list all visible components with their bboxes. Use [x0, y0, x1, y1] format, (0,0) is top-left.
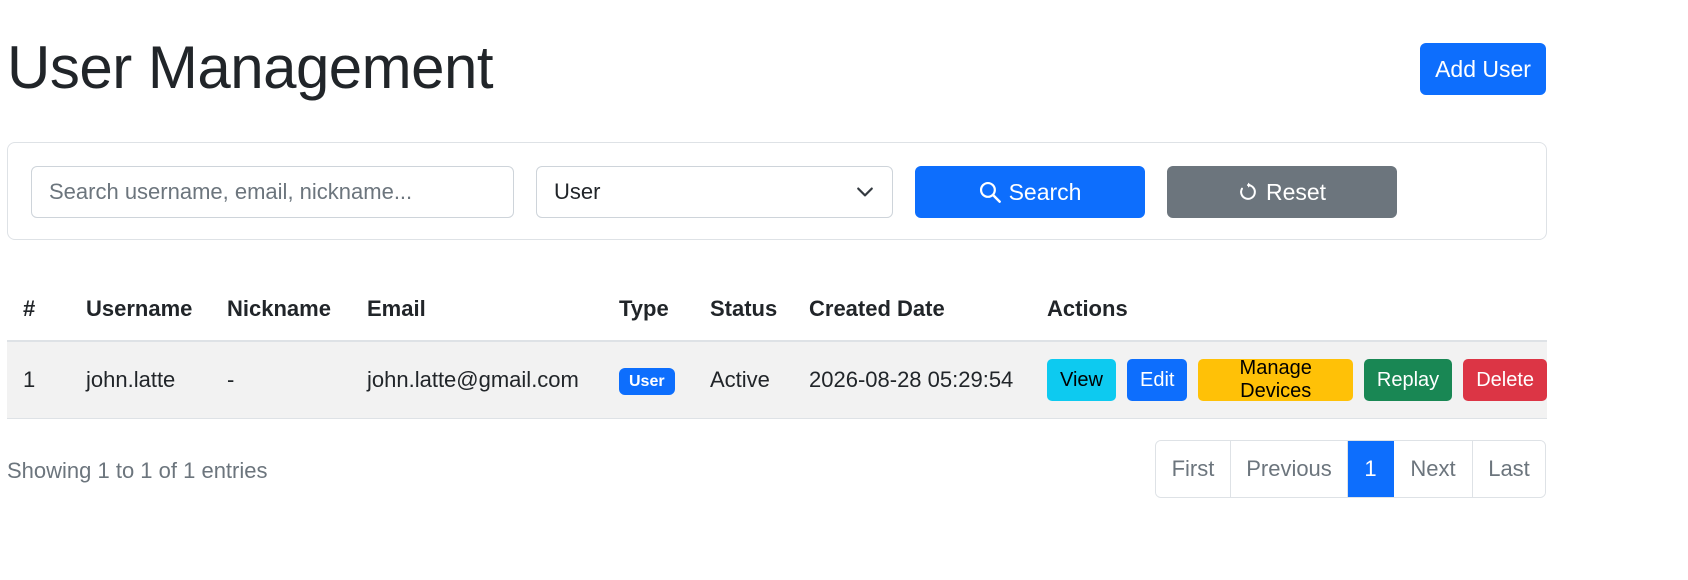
reset-button-label: Reset: [1265, 178, 1327, 205]
table-header-row: # Username Nickname Email Type Status Cr…: [7, 278, 1547, 342]
column-header-nickname: Nickname: [227, 278, 367, 342]
users-table: # Username Nickname Email Type Status Cr…: [7, 278, 1547, 419]
add-user-button[interactable]: Add User: [1420, 43, 1546, 95]
column-header-username: Username: [86, 278, 227, 342]
delete-button[interactable]: Delete: [1463, 359, 1547, 401]
search-icon: [979, 181, 1001, 203]
reset-icon: [1240, 182, 1256, 200]
filter-card: User Search Reset: [7, 142, 1547, 240]
edit-button[interactable]: Edit: [1127, 359, 1188, 401]
pagination-first[interactable]: First: [1156, 441, 1231, 497]
cell-nickname: -: [227, 341, 367, 419]
cell-type: User: [619, 341, 710, 419]
reset-button[interactable]: Reset: [1167, 166, 1397, 218]
replay-button[interactable]: Replay: [1363, 359, 1453, 401]
column-header-number: #: [7, 278, 86, 342]
user-management-page: User Management Add User User Search Res…: [0, 0, 1688, 580]
type-select-value: User: [554, 179, 601, 204]
chevron-down-icon: [857, 187, 873, 197]
column-header-status: Status: [710, 278, 809, 342]
pagination-next[interactable]: Next: [1394, 441, 1473, 497]
entries-info: Showing 1 to 1 of 1 entries: [7, 458, 268, 483]
search-button-label: Search: [1008, 178, 1082, 205]
page-title: User Management: [7, 34, 494, 101]
cell-status: Active: [710, 341, 809, 419]
pagination-previous[interactable]: Previous: [1231, 441, 1348, 497]
cell-created-date: 2026-08-28 05:29:54: [809, 341, 1047, 419]
cell-actions: View Edit Manage Devices Replay Delete: [1047, 341, 1547, 419]
cell-username: john.latte: [86, 341, 227, 419]
type-badge: User: [619, 367, 675, 395]
manage-devices-button[interactable]: Manage Devices: [1198, 357, 1353, 402]
cell-number: 1: [7, 341, 86, 419]
pagination: First Previous 1 Next Last: [1155, 440, 1546, 498]
column-header-type: Type: [619, 278, 710, 342]
view-button[interactable]: View: [1047, 359, 1116, 401]
search-button[interactable]: Search: [915, 166, 1145, 218]
pagination-last[interactable]: Last: [1473, 441, 1545, 497]
pagination-page-1[interactable]: 1: [1348, 441, 1394, 497]
column-header-created-date: Created Date: [809, 278, 1047, 342]
row-actions: View Edit Manage Devices Replay Delete: [1047, 357, 1547, 402]
search-input[interactable]: [31, 166, 514, 218]
cell-email: john.latte@gmail.com: [367, 341, 619, 419]
table-row: 1 john.latte - john.latte@gmail.com User…: [7, 341, 1547, 419]
type-select[interactable]: User: [536, 166, 893, 218]
column-header-actions: Actions: [1047, 278, 1547, 342]
column-header-email: Email: [367, 278, 619, 342]
